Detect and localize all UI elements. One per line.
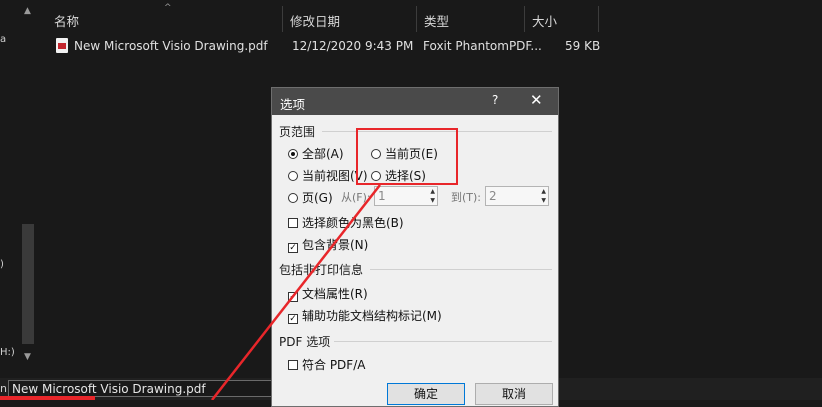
radio-all-label: 全部(A) [302,147,344,161]
nav-item-fragment[interactable]: ) [0,259,4,270]
scroll-up-icon[interactable]: ▲ [24,6,31,16]
spinner-up-icon[interactable]: ▲ [541,188,546,195]
ok-button[interactable]: 确定 [387,383,465,405]
page-range-heading: 页范围 [279,125,316,139]
checkbox-pdfa[interactable]: 符合 PDF/A [288,356,365,373]
file-row[interactable]: New Microsoft Visio Drawing.pdf 12/12/20… [52,36,612,58]
navigation-pane: ▲ a ) H:) ▼ [0,0,36,370]
column-header-modified[interactable]: 修改日期 [290,11,340,30]
checkmark-icon[interactable]: ✓ [288,243,298,253]
group-divider [370,269,552,270]
file-name: New Microsoft Visio Drawing.pdf [74,39,268,53]
checkbox-black-color-label: 选择颜色为黑色(B) [302,216,404,230]
nav-item-fragment[interactable]: H:) [0,347,15,358]
column-divider[interactable] [416,6,417,32]
radio-all[interactable]: 全部(A) [288,145,344,162]
radio-pages-label: 页(G) [302,191,333,205]
checkbox-accessibility-label: 辅助功能文档结构标记(M) [302,309,442,323]
checkbox-indicator[interactable] [288,360,298,370]
to-page-spinner[interactable]: 2 ▲ ▼ [485,186,549,206]
from-label: 从(F): [341,191,371,204]
file-size: 59 KB [565,39,601,53]
spinner-down-icon[interactable]: ▼ [430,197,435,204]
from-page-spinner[interactable]: 1 ▲ ▼ [374,186,438,206]
dialog-title-bar[interactable]: 选项 ? ✕ [272,88,558,115]
nav-item-fragment[interactable]: a [0,34,6,45]
to-label: 到(T): [451,191,482,204]
scroll-down-icon[interactable]: ▼ [24,352,31,362]
pdf-file-icon [56,38,68,53]
checkbox-doc-props-label: 文档属性(R) [302,287,368,301]
checkbox-accessibility[interactable]: ✓ 辅助功能文档结构标记(M) [288,307,442,324]
column-divider[interactable] [524,6,525,32]
from-page-value: 1 [378,189,386,203]
close-icon[interactable]: ✕ [530,91,543,109]
sort-ascending-icon: ^ [164,3,172,13]
non-print-heading: 包括非打印信息 [279,263,364,277]
pdf-options-heading: PDF 选项 [279,335,331,349]
column-divider[interactable] [282,6,283,32]
radio-indicator[interactable] [288,149,298,159]
to-page-value: 2 [489,189,497,203]
spinner-down-icon[interactable]: ▼ [541,197,546,204]
checkbox-indicator[interactable] [288,218,298,228]
cancel-button[interactable]: 取消 [475,383,553,405]
checkbox-pdfa-label: 符合 PDF/A [302,358,366,372]
radio-indicator[interactable] [288,171,298,181]
column-header-size[interactable]: 大小 [532,11,557,30]
annotation-underline [0,396,95,400]
nav-scrollbar-thumb[interactable] [22,224,34,344]
column-header-name[interactable]: 名称 [54,11,79,30]
checkbox-doc-props[interactable]: ✓ 文档属性(R) [288,285,368,302]
column-divider[interactable] [598,6,599,32]
spinner-up-icon[interactable]: ▲ [430,188,435,195]
column-header-type[interactable]: 类型 [424,11,449,30]
checkbox-background[interactable]: ✓ 包含背景(N) [288,236,368,253]
group-divider [334,341,552,342]
dialog-title: 选项 [280,97,306,112]
help-button[interactable]: ? [492,93,498,107]
file-modified: 12/12/2020 9:43 PM [292,39,414,53]
checkmark-icon[interactable]: ✓ [288,314,298,324]
checkbox-background-label: 包含背景(N) [302,238,369,252]
radio-pages[interactable]: 页(G) [288,189,333,206]
checkmark-icon[interactable]: ✓ [288,292,298,302]
file-type: Foxit PhantomPDF... [423,39,542,53]
checkbox-black-color[interactable]: 选择颜色为黑色(B) [288,214,404,231]
annotation-highlight-box [356,128,458,185]
radio-indicator[interactable] [288,193,298,203]
file-list-header: ^ 名称 修改日期 类型 大小 [44,3,604,32]
